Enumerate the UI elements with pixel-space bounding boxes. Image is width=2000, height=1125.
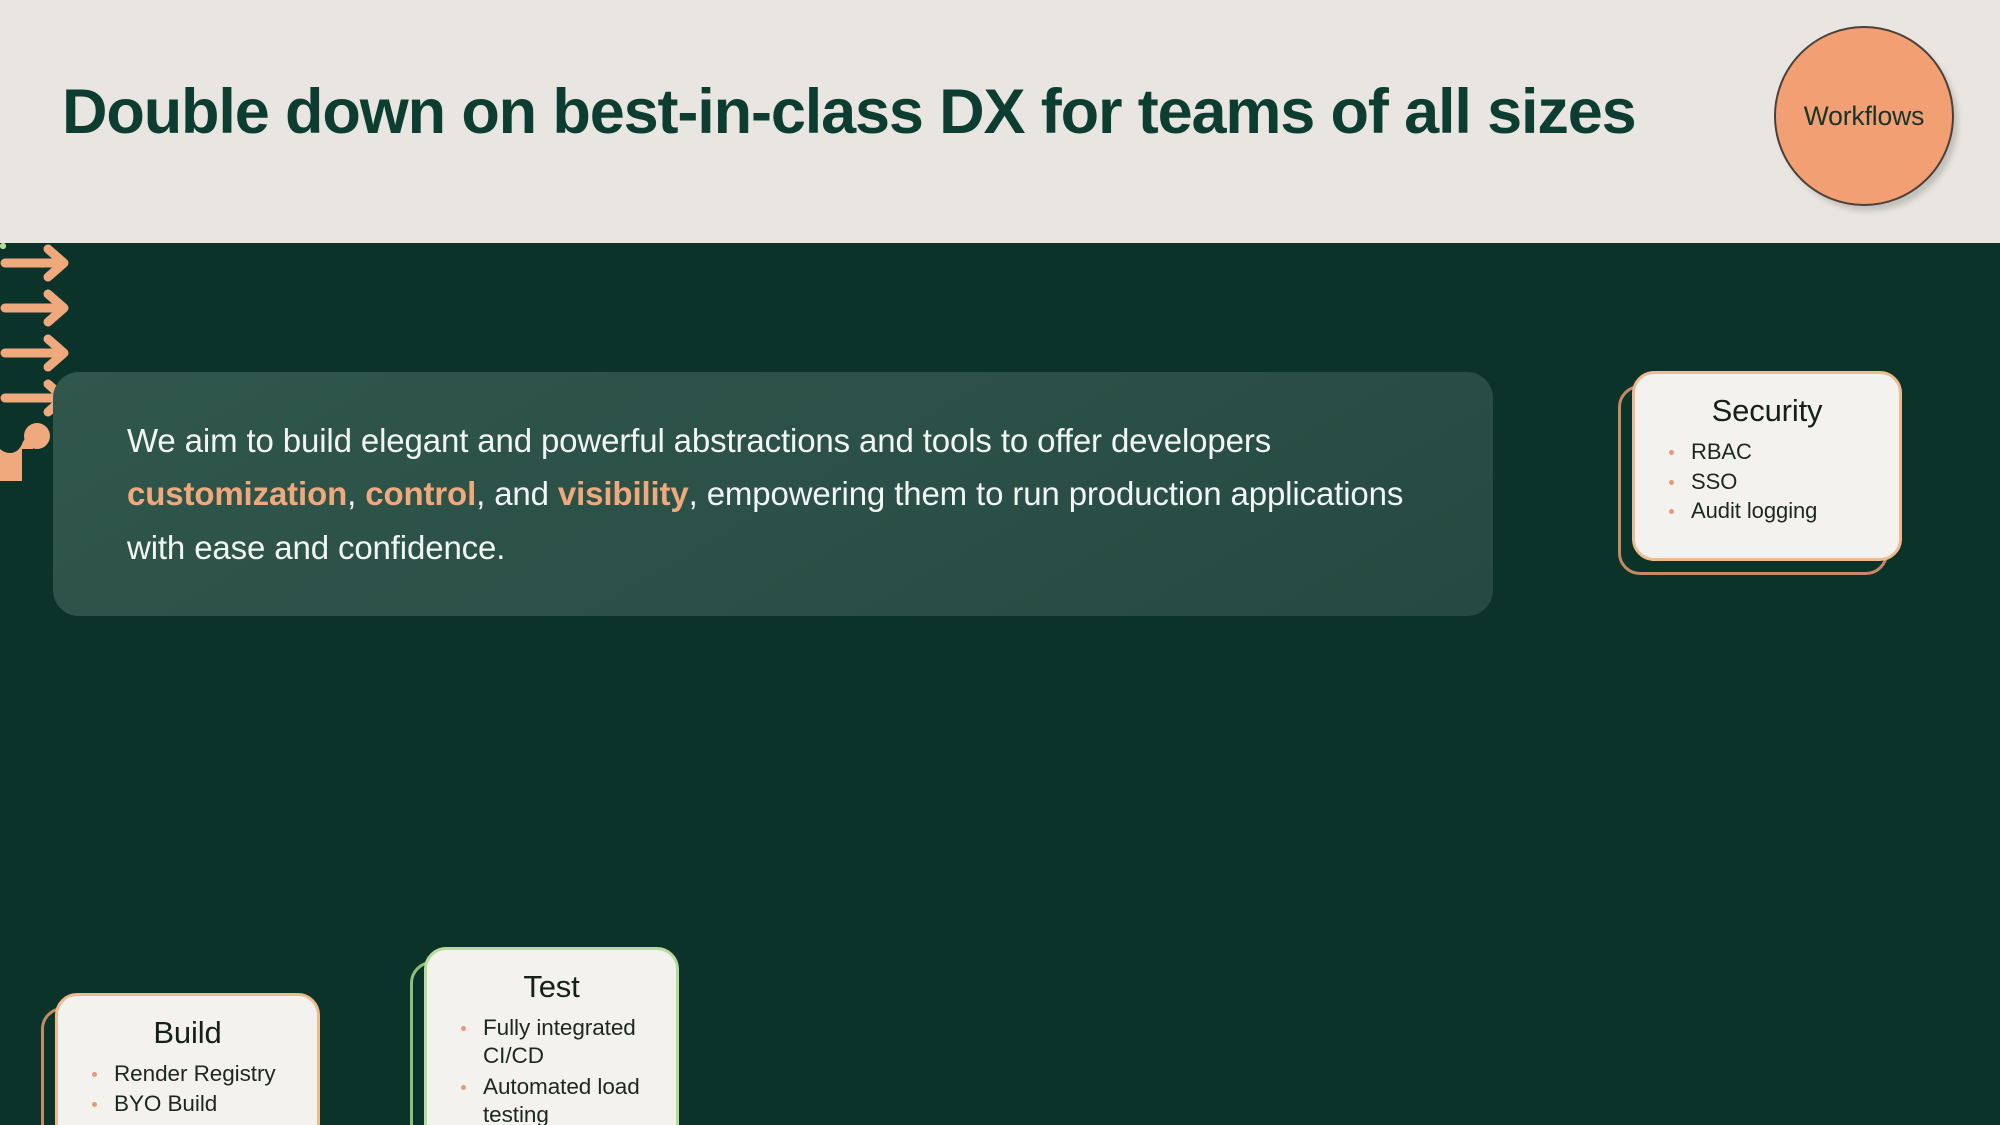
mission-statement-text: We aim to build elegant and powerful abs… <box>127 414 1453 574</box>
list-item: Automated load testing <box>449 1073 664 1125</box>
quote-sep-1: , <box>347 475 366 513</box>
arrow-right-icon <box>0 288 2000 333</box>
card-security: Security RBAC SSO Audit logging <box>1618 371 1902 575</box>
workflows-badge-label: Workflows <box>1803 100 1925 131</box>
list-item: BYO Build <box>80 1090 305 1118</box>
workflows-badge-circle: Workflows <box>1774 26 1954 206</box>
workflows-badge: Workflows <box>1774 26 1958 211</box>
quote-highlight-control: control <box>365 475 477 513</box>
card-security-list: RBAC SSO Audit logging <box>1635 438 1899 525</box>
card-test-title: Test <box>523 969 580 1004</box>
card-security-body: Security RBAC SSO Audit logging <box>1632 371 1902 561</box>
quote-highlight-visibility: visibility <box>557 475 689 513</box>
list-item: SSO <box>1657 468 1887 496</box>
quote-part-1: We aim to build elegant and powerful abs… <box>127 422 1272 459</box>
card-test-body: Test Fully integrated CI/CD Automated loa… <box>424 947 679 1125</box>
arrow-right-icon <box>0 243 2000 288</box>
card-build-body: Build Render Registry BYO Build <box>55 993 320 1125</box>
mission-statement-panel: We aim to build elegant and powerful abs… <box>53 372 1493 616</box>
page-title: Double down on best-in-class DX for team… <box>62 77 1637 147</box>
slide-canvas: Double down on best-in-class DX for team… <box>0 0 2000 1125</box>
card-build: Build Render Registry BYO Build <box>41 993 320 1125</box>
card-monitor-body: Monitor Comprehensive log managementAppl… <box>0 243 6 249</box>
card-security-title: Security <box>1711 393 1823 428</box>
card-build-list: Render Registry BYO Build <box>58 1060 317 1119</box>
list-item: Fully integrated CI/CD <box>449 1014 664 1071</box>
list-item: RBAC <box>1657 438 1887 466</box>
slide-body: We aim to build elegant and powerful abs… <box>0 243 2000 1125</box>
quote-sep-2: , and <box>476 475 558 513</box>
quote-highlight-customization: customization <box>127 475 348 513</box>
list-item: Render Registry <box>80 1060 305 1088</box>
card-build-title: Build <box>153 1015 222 1050</box>
card-test-list: Fully integrated CI/CD Automated load tes… <box>427 1014 676 1125</box>
list-item: Audit logging <box>1657 497 1887 525</box>
card-test: Test Fully integrated CI/CD Automated loa… <box>410 947 679 1125</box>
slide-header: Double down on best-in-class DX for team… <box>0 0 2000 246</box>
